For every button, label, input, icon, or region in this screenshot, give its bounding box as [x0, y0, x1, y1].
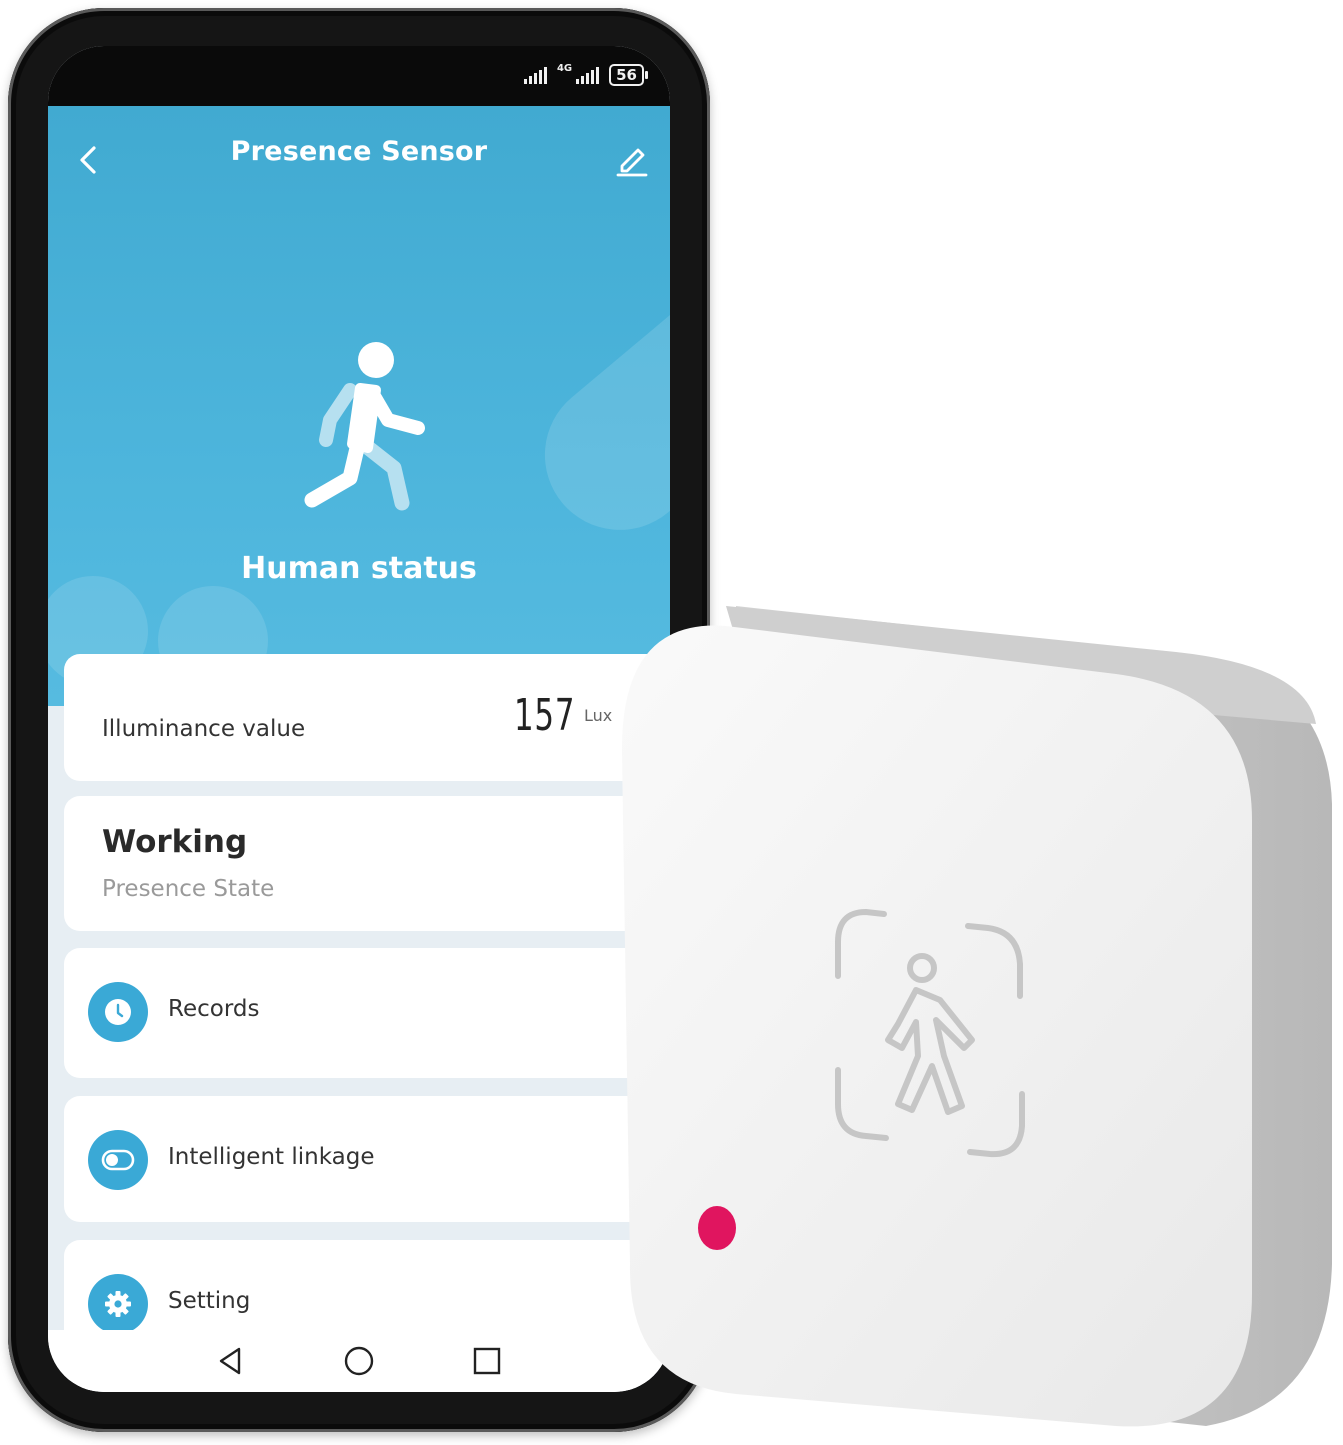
intelligent-linkage-label: Intelligent linkage: [168, 1144, 375, 1170]
clock-icon: [88, 982, 148, 1042]
smartphone: 4G 56 Presence Sensor Human status Illum…: [8, 8, 710, 1432]
decorative-shape: [514, 201, 670, 561]
hero-section: Presence Sensor Human status: [48, 106, 670, 706]
human-status-label: Human status: [241, 551, 477, 586]
page-title: Presence Sensor: [230, 136, 488, 167]
presence-state-label: Presence State: [102, 876, 275, 902]
phone-screen: 4G 56 Presence Sensor Human status Illum…: [48, 46, 670, 1392]
gear-icon: [88, 1274, 148, 1334]
android-nav-bar: [48, 1330, 670, 1392]
triangle-back-icon[interactable]: [215, 1345, 247, 1377]
signal-4g-icon: [576, 66, 600, 84]
intelligent-linkage-menu-item[interactable]: Intelligent linkage: [64, 1096, 664, 1222]
presence-sensor-device: [621, 606, 1332, 1427]
records-label: Records: [168, 996, 260, 1022]
presence-state-card: Working Presence State: [64, 796, 664, 931]
presence-state-value: Working: [102, 824, 248, 860]
toggle-icon: [88, 1130, 148, 1190]
pencil-icon[interactable]: [614, 138, 650, 178]
illuminance-value: 157: [514, 690, 576, 741]
square-recents-icon[interactable]: [471, 1345, 503, 1377]
walking-person-icon: [304, 342, 425, 511]
signal-icon: [523, 66, 547, 84]
setting-label: Setting: [168, 1288, 251, 1314]
status-icons: 4G 56: [523, 63, 648, 86]
status-led: [698, 1206, 736, 1250]
illuminance-unit: Lux: [584, 706, 613, 725]
circle-home-icon[interactable]: [343, 1345, 375, 1377]
status-bar: 4G 56: [48, 46, 670, 106]
battery-indicator: 56: [609, 64, 648, 86]
illuminance-label: Illuminance value: [102, 716, 306, 742]
records-menu-item[interactable]: Records: [64, 948, 664, 1078]
illuminance-card: Illuminance value 157 Lux: [64, 654, 664, 781]
network-type: 4G: [556, 63, 573, 74]
